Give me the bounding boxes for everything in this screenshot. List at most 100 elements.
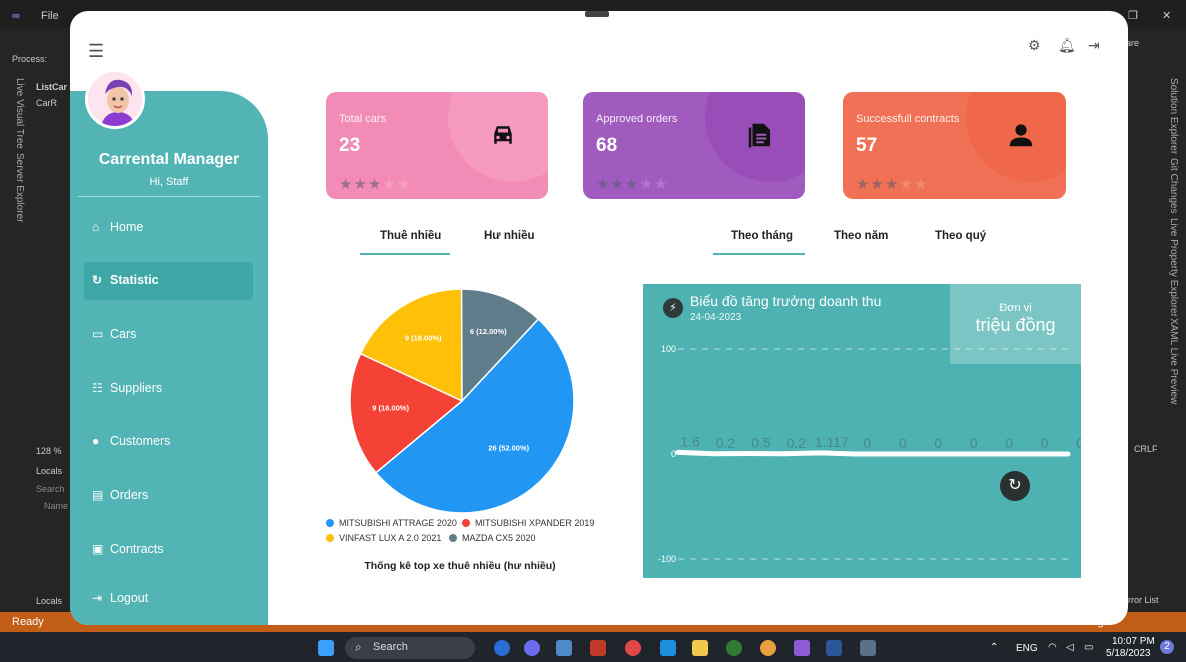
locals-tab[interactable]: Locals bbox=[36, 596, 62, 606]
clock-time[interactable]: 10:07 PM bbox=[1112, 636, 1155, 647]
tray-chevron-icon[interactable]: ⌃ bbox=[990, 642, 998, 653]
search-icon: ⌕ bbox=[355, 640, 362, 654]
live-property-explorer-tab[interactable]: Live Property Explorer bbox=[1168, 218, 1179, 317]
notification-badge[interactable]: 2 bbox=[1160, 640, 1174, 654]
star-icon: ★ bbox=[913, 176, 929, 193]
battery-icon[interactable]: ▭ bbox=[1084, 642, 1093, 653]
stat-card-approved-orders: Approved orders 68 ★★★★★ bbox=[583, 92, 805, 199]
tab-most-broken[interactable]: Hư nhiều bbox=[484, 230, 535, 242]
hamburger-menu-icon[interactable]: ☰ bbox=[88, 41, 104, 62]
tab-by-month[interactable]: Theo tháng bbox=[731, 230, 793, 242]
data-label: 0 bbox=[1076, 435, 1081, 451]
tab-by-quarter[interactable]: Theo quý bbox=[935, 230, 986, 242]
data-label: 1.6 bbox=[680, 433, 700, 449]
sidebar-item-suppliers[interactable]: ☷ Suppliers bbox=[84, 370, 253, 408]
pie-slice-label: 26 (52.00%) bbox=[488, 443, 529, 452]
teams-icon[interactable] bbox=[524, 640, 540, 656]
star-rating: ★★★★★ bbox=[339, 175, 411, 193]
car-icon: ▭ bbox=[92, 327, 104, 341]
language-indicator[interactable]: ENG bbox=[1016, 643, 1038, 654]
editor-subtab[interactable]: CarR bbox=[36, 98, 57, 108]
y-tick-label: 0 bbox=[671, 449, 676, 459]
sidebar-item-logout[interactable]: ⇥ Logout bbox=[84, 580, 253, 618]
legend-dot bbox=[462, 519, 470, 527]
card-value: 23 bbox=[339, 135, 361, 156]
close-icon[interactable]: ✕ bbox=[1162, 9, 1171, 22]
devcpp-icon[interactable] bbox=[590, 640, 606, 656]
data-label: 0 bbox=[1041, 435, 1049, 451]
legend-dot bbox=[326, 534, 334, 542]
clock-date[interactable]: 5/18/2023 bbox=[1106, 648, 1151, 659]
star-rating: ★★★★★ bbox=[596, 175, 668, 193]
line-chart: 100 0 -100 1.6 0.2 0.5 0.2 1.117 0 0 0 0 0 0 0 bbox=[658, 344, 1081, 564]
card-label: Successfull contracts bbox=[856, 113, 960, 125]
tab-most-rented[interactable]: Thuê nhiều bbox=[380, 230, 441, 242]
pie-slice-label: 9 (18.00%) bbox=[372, 403, 409, 412]
chrome-icon[interactable] bbox=[760, 640, 776, 656]
vscode-icon[interactable] bbox=[660, 640, 676, 656]
group-icon: ☷ bbox=[92, 381, 103, 395]
refresh-button[interactable]: ↻ bbox=[1000, 471, 1030, 501]
taskbar-search[interactable]: ⌕ Search bbox=[345, 637, 475, 659]
line-ending[interactable]: CRLF bbox=[1134, 444, 1158, 454]
star-icon: ★ bbox=[870, 176, 885, 193]
star-icon: ★ bbox=[899, 176, 914, 193]
contracts-icon: ▣ bbox=[92, 542, 104, 556]
menu-file[interactable]: File bbox=[41, 10, 59, 22]
sidebar-item-cars[interactable]: ▭ Cars bbox=[84, 316, 253, 354]
editor-tab[interactable]: ListCar bbox=[36, 82, 67, 92]
restore-icon[interactable]: ❐ bbox=[1128, 9, 1138, 22]
stat-card-total-cars: Total cars 23 ★★★★★ bbox=[326, 92, 548, 199]
wifi-icon[interactable]: ◠ bbox=[1048, 642, 1057, 653]
error-list-tab[interactable]: rror List bbox=[1128, 595, 1159, 605]
app-window-icon[interactable] bbox=[860, 640, 876, 656]
drag-handle[interactable] bbox=[585, 11, 609, 17]
logout-icon: ⇥ bbox=[92, 591, 103, 605]
tab-by-year[interactable]: Theo năm bbox=[834, 230, 888, 242]
sidebar-item-customers[interactable]: ● Customers bbox=[84, 423, 253, 461]
pie-slice-label: 9 (18.00%) bbox=[405, 333, 442, 342]
tab-indicator bbox=[360, 253, 450, 255]
data-label: 0 bbox=[899, 435, 907, 451]
settings-icon[interactable]: ⚙ bbox=[1028, 37, 1041, 54]
person-icon bbox=[1009, 124, 1033, 147]
sidebar-item-statistic[interactable]: ↻ Statistic bbox=[84, 262, 253, 300]
star-icon: ★ bbox=[596, 176, 611, 193]
app-icon[interactable] bbox=[556, 640, 572, 656]
app-brand: Carrental Manager bbox=[98, 151, 240, 168]
volume-icon[interactable]: ◁ bbox=[1066, 642, 1074, 653]
locals-name-col: Name bbox=[44, 501, 69, 511]
avatar bbox=[85, 69, 145, 129]
todo-icon[interactable] bbox=[625, 640, 641, 656]
xaml-live-preview-tab[interactable]: XAML Live Preview bbox=[1168, 318, 1179, 404]
sidebar-divider bbox=[78, 196, 260, 197]
windows-start-icon[interactable] bbox=[318, 640, 334, 656]
word-icon[interactable] bbox=[826, 640, 842, 656]
document-icon bbox=[748, 123, 770, 148]
bell-icon[interactable]: 🔔︎ bbox=[1058, 37, 1076, 54]
taskbar: ⌕ Search ⌃ ENG ◠ ◁ ▭ 10:07 PM 5/18/2023 … bbox=[0, 632, 1186, 662]
visual-studio-icon[interactable] bbox=[794, 640, 810, 656]
file-explorer-icon[interactable] bbox=[692, 640, 708, 656]
star-icon: ★ bbox=[856, 176, 871, 193]
legend-dot bbox=[449, 534, 457, 542]
data-label: 0 bbox=[863, 435, 871, 451]
git-changes-tab[interactable]: Git Changes bbox=[1168, 158, 1179, 214]
pie-chart-title: Thống kê top xe thuê nhiều (hư nhiều) bbox=[364, 560, 556, 572]
ide-left-panel: Process: ListCar CarR Live Visual Tree S… bbox=[0, 28, 70, 618]
zoom-level[interactable]: 128 % bbox=[36, 446, 62, 456]
locals-search[interactable]: Search bbox=[36, 484, 65, 494]
process-label: Process: bbox=[12, 54, 48, 64]
sidebar-item-orders[interactable]: ▤ Orders bbox=[84, 477, 253, 515]
logout-icon[interactable]: ⇥ bbox=[1088, 37, 1100, 54]
revenue-series-line bbox=[675, 449, 1071, 457]
live-visual-tree-tab[interactable]: Live Visual Tree bbox=[14, 78, 25, 149]
legend-item: VINFAST LUX A 2.0 2021 bbox=[326, 533, 441, 543]
app2-icon[interactable] bbox=[726, 640, 742, 656]
star-icon: ★ bbox=[353, 176, 368, 193]
server-explorer-tab[interactable]: Server Explorer bbox=[14, 153, 25, 222]
bing-icon[interactable] bbox=[494, 640, 510, 656]
sidebar-item-contracts[interactable]: ▣ Contracts bbox=[84, 531, 253, 569]
solution-explorer-tab[interactable]: Solution Explorer bbox=[1168, 78, 1179, 154]
sidebar-item-home[interactable]: ⌂ Home bbox=[84, 209, 253, 247]
